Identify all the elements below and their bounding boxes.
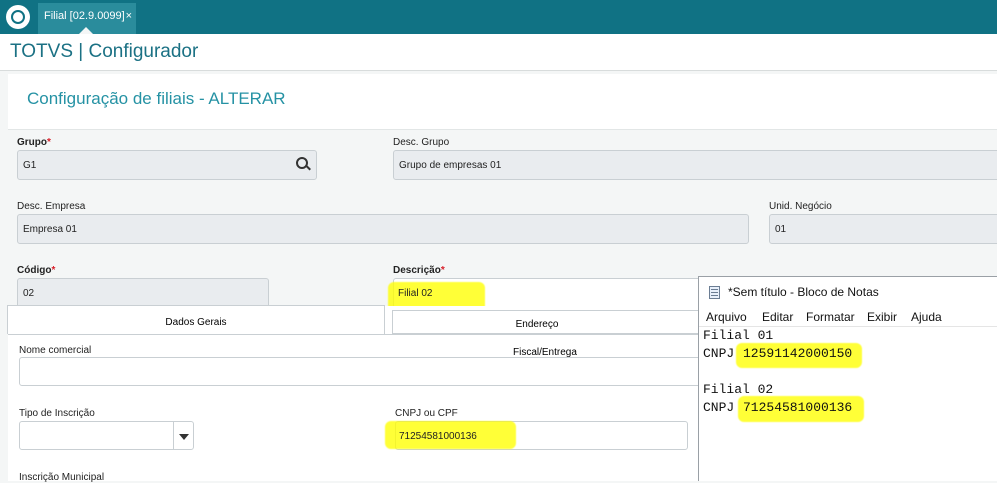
desc-empresa-field[interactable]: Empresa 01 (17, 214, 749, 244)
tab-endereco-label: Endereço Fiscal/Entrega (513, 319, 577, 358)
notepad-line-cnpj02: 71254581000136 (743, 400, 853, 415)
menu-item-editar[interactable]: Editar (762, 310, 793, 324)
tab-filial[interactable]: Filial [02.9.0099] × (38, 3, 136, 34)
search-icon[interactable] (296, 157, 308, 169)
tipo-inscricao-label: Tipo de Inscrição (19, 408, 95, 419)
grupo-value: G1 (23, 160, 37, 171)
codigo-value: 02 (23, 288, 35, 299)
descricao-value: Filial 02 (398, 288, 433, 299)
tab-active-indicator (79, 27, 93, 34)
notepad-title: *Sem título - Bloco de Notas (728, 285, 879, 299)
desc-grupo-field[interactable]: Grupo de empresas 01 (393, 150, 997, 180)
menu-item-arquivo[interactable]: Arquivo (706, 310, 747, 324)
grupo-label: Grupo* (17, 137, 51, 148)
codigo-label: Código* (17, 265, 56, 276)
desc-empresa-value: Empresa 01 (23, 224, 77, 235)
menu-item-ajuda[interactable]: Ajuda (911, 310, 942, 324)
notepad-icon (709, 286, 720, 299)
notepad-line-filial02: Filial 02 (703, 382, 774, 397)
nome-comercial-label: Nome comercial (19, 345, 92, 356)
tab-endereco[interactable]: Endereço Fiscal/Entrega (392, 310, 722, 358)
tipo-inscricao-select[interactable] (19, 421, 194, 450)
chevron-down-icon[interactable] (173, 422, 193, 450)
close-icon[interactable]: × (126, 3, 132, 29)
grupo-field[interactable]: G1 (17, 150, 317, 180)
page-title: Configuração de filiais - ALTERAR (27, 89, 286, 108)
nome-comercial-field[interactable] (19, 357, 709, 386)
totvs-logo-icon[interactable] (6, 5, 30, 29)
top-bar (0, 0, 997, 34)
notepad-line-cnpj01: 12591142000150 (743, 346, 853, 361)
unid-negocio-label: Unid. Negócio (769, 201, 832, 212)
descricao-label: Descrição* (393, 265, 445, 276)
tab-dados-gerais[interactable]: Dados Gerais (7, 305, 385, 334)
notepad-line-cnpj-prefix: CNPJ (703, 346, 735, 361)
menu-item-exibir[interactable]: Exibir (867, 310, 897, 324)
tab-dados-gerais-label: Dados Gerais (165, 317, 227, 328)
unid-negocio-value: 01 (775, 224, 787, 235)
cnpj-label: CNPJ ou CPF (395, 408, 458, 419)
notepad-line-cnpj-prefix: CNPJ (703, 400, 735, 415)
desc-grupo-value: Grupo de empresas 01 (399, 160, 502, 171)
unid-negocio-field[interactable]: 01 (769, 214, 997, 244)
desc-grupo-label: Desc. Grupo (393, 137, 450, 148)
notepad-line-filial01: Filial 01 (703, 328, 774, 343)
tab-divider (8, 334, 708, 335)
app-title: TOTVS | Configurador (10, 41, 199, 62)
cnpj-value: 71254581000136 (399, 431, 477, 442)
menu-item-formatar[interactable]: Formatar (806, 310, 855, 324)
inscricao-municipal-label: Inscrição Municipal (19, 472, 105, 483)
codigo-field[interactable]: 02 (17, 278, 269, 308)
tab-label: Filial [02.9.0099] (44, 10, 125, 22)
desc-empresa-label: Desc. Empresa (17, 201, 86, 212)
